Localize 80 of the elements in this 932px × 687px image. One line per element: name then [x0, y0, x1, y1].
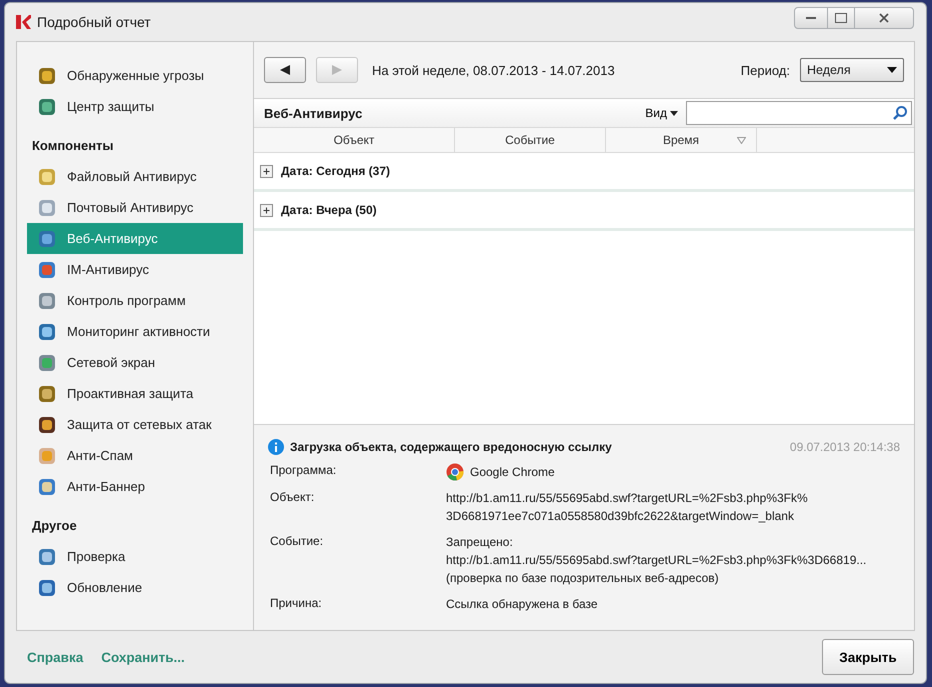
event-timestamp: 09.07.2013 20:14:38 — [790, 440, 900, 454]
event-title: Загрузка объекта, содержащего вредоносную ссылку — [290, 440, 613, 454]
sidebar-item-label: Веб-Антивирус — [67, 231, 158, 246]
expand-icon[interactable] — [260, 204, 273, 216]
group-label: Дата: Сегодня (37) — [281, 164, 390, 178]
sidebar-item[interactable]: Центр защиты — [27, 91, 243, 122]
period-label: Период: — [740, 62, 790, 78]
dropdown-arrow-icon — [887, 67, 897, 73]
close-dialog-button[interactable]: Закрыть — [822, 639, 914, 675]
sidebar-item-label: Мониторинг активности — [67, 324, 210, 339]
sidebar-item-label: Проактивная защита — [67, 386, 194, 401]
search-icon — [892, 105, 908, 121]
expand-icon[interactable] — [260, 164, 273, 178]
group-label: Дата: Вчера (50) — [281, 203, 377, 217]
sidebar-item-label: Почтовый Антивирус — [67, 200, 194, 215]
sidebar-item[interactable]: Файловый Антивирус — [27, 161, 243, 192]
sidebar-item[interactable]: Обнаруженные угрозы — [27, 60, 243, 91]
sort-icon — [737, 136, 746, 144]
column-header[interactable]: Объект — [254, 128, 455, 152]
field-value: Запрещено: — [446, 534, 514, 551]
sidebar-item-label: Сетевой экран — [67, 355, 156, 370]
app-logo-icon — [15, 14, 31, 30]
browser-icon — [446, 463, 464, 481]
right-triangle-icon — [331, 64, 343, 76]
sidebar-item[interactable]: IM-Антивирус — [27, 254, 243, 285]
sidebar-item[interactable]: Проверка — [27, 541, 243, 572]
minimize-icon — [806, 17, 816, 19]
window-title: Подробный отчет — [37, 14, 152, 30]
info-icon — [268, 439, 284, 455]
sidebar-item-label: Контроль программ — [67, 293, 186, 308]
section-heading: Компоненты — [31, 137, 115, 155]
section-heading: Другое — [31, 517, 78, 535]
sidebar-item-label: Файловый Антивирус — [67, 169, 197, 184]
sidebar-item-label: Защита от сетевых атак — [67, 417, 212, 432]
field-label: Причина: — [269, 596, 323, 612]
sidebar-item-label: Центр защиты — [67, 99, 154, 114]
sidebar-item[interactable]: Анти-Спам — [27, 440, 243, 471]
field-label: Объект: — [269, 490, 316, 506]
field-value: http://b1.am11.ru/55/55695abd.swf?targetURL=%2Fsb3.php%3Fk%3D66819... — [446, 552, 866, 569]
view-menu-button[interactable]: Вид — [645, 106, 678, 120]
field-value: 3D6681971ee7c071a0558580d39bfc2622&targetWindow=_blank — [446, 508, 795, 525]
sidebar-item[interactable]: Почтовый Антивирус — [27, 192, 243, 223]
sidebar-item[interactable]: Веб-Антивирус — [27, 223, 243, 254]
sidebar-item-label: Проверка — [67, 549, 126, 564]
sidebar-item[interactable]: Обновление — [27, 572, 243, 603]
back-button[interactable] — [264, 57, 306, 83]
footer-link[interactable]: Сохранить... — [101, 650, 185, 664]
sidebar-item[interactable]: Проактивная защита — [27, 378, 243, 409]
maximize-icon — [835, 13, 847, 23]
close-button[interactable] — [854, 7, 914, 29]
sidebar-item[interactable]: Анти-Баннер — [27, 471, 243, 502]
date-range: На этой неделе, 08.07.2013 - 14.07.2013 — [372, 62, 615, 78]
footer-link[interactable]: Справка — [27, 650, 84, 664]
group-row[interactable]: Дата: Вчера (50) — [254, 192, 914, 231]
sidebar-item-label: IM-Антивирус — [67, 262, 149, 277]
field-value: Google Chrome — [470, 464, 555, 480]
field-value: Ссылка обнаружена в базе — [446, 596, 598, 613]
close-icon — [879, 13, 889, 23]
maximize-button[interactable] — [827, 7, 855, 29]
sidebar-item[interactable]: Защита от сетевых атак — [27, 409, 243, 440]
group-row[interactable]: Дата: Сегодня (37) — [254, 153, 914, 192]
search-field[interactable] — [686, 101, 912, 125]
dropdown-arrow-icon — [670, 110, 678, 116]
left-triangle-icon — [279, 64, 291, 76]
field-label: Программа: — [269, 463, 338, 479]
sidebar-item[interactable]: Сетевой экран — [27, 347, 243, 378]
sidebar-item-label: Анти-Спам — [67, 448, 133, 463]
sidebar-item-label: Обнаруженные угрозы — [67, 68, 204, 83]
minimize-button[interactable] — [794, 7, 828, 29]
sidebar-item[interactable]: Контроль программ — [27, 285, 243, 316]
column-header[interactable]: Событие — [455, 128, 606, 152]
sidebar-item[interactable]: Мониторинг активности — [27, 316, 243, 347]
field-value: http://b1.am11.ru/55/55695abd.swf?targetURL=%2Fsb3.php%3Fk% — [446, 490, 808, 507]
field-value: (проверка по базе подозрительных веб-адресов) — [446, 570, 720, 587]
period-dropdown[interactable]: Неделя — [800, 58, 904, 82]
sidebar-item-label: Обновление — [67, 580, 142, 595]
sidebar-item-label: Анти-Баннер — [67, 479, 145, 494]
panel-title: Веб-Антивирус — [264, 106, 364, 120]
column-header[interactable]: Время — [606, 128, 757, 152]
field-label: Событие: — [269, 534, 324, 550]
